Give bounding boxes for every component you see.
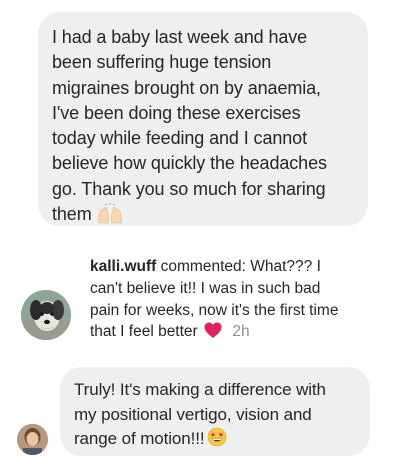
comment-line: pain for weeks, now it's the first time — [90, 301, 339, 319]
message-line: I had a baby last week and have — [52, 27, 308, 47]
comment-line: commented: What??? I — [160, 258, 321, 275]
message-line: migraines brought on by anaemia, — [52, 77, 321, 98]
message-line: my positional vertigo, vision and — [74, 404, 312, 424]
raising-hands-icon — [96, 203, 124, 224]
comment-username[interactable]: kalli.wuff — [90, 258, 156, 275]
message-line-last: range of motion!!! — [74, 427, 356, 455]
message-line: been suffering huge tension — [52, 52, 272, 73]
message-line-last: them — [52, 202, 354, 227]
message-line: them — [52, 204, 92, 225]
comment-timestamp: 2h — [232, 323, 250, 341]
avatar[interactable] — [21, 290, 71, 340]
message-line: go. Thank you so much for sharing — [52, 178, 326, 199]
comment-notification[interactable]: kalli.wuff commented: What??? I can't be… — [18, 256, 388, 346]
message-line: today while feeding and I cannot — [52, 128, 307, 149]
message-text-1: I had a baby last week and have been suf… — [52, 25, 354, 227]
avatar[interactable] — [17, 424, 48, 455]
comment-line: can't believe it!! I was in such bad — [90, 279, 321, 297]
message-text-2: Truly! It's making a difference with my … — [74, 378, 356, 455]
message-line: Truly! It's making a difference with — [74, 380, 326, 399]
comment-line: that I feel better — [90, 323, 198, 341]
message-bubble-1: I had a baby last week and have been suf… — [38, 12, 368, 226]
comment-text: kalli.wuff commented: What??? I can't be… — [90, 256, 390, 346]
message-bubble-2: Truly! It's making a difference with my … — [60, 367, 370, 456]
message-line: range of motion!!! — [74, 429, 205, 448]
red-heart-icon — [204, 322, 222, 346]
star-struck-icon — [207, 427, 227, 455]
message-line: I've been doing these exercises — [52, 102, 301, 123]
message-line: believe how quickly the headaches — [52, 153, 327, 174]
